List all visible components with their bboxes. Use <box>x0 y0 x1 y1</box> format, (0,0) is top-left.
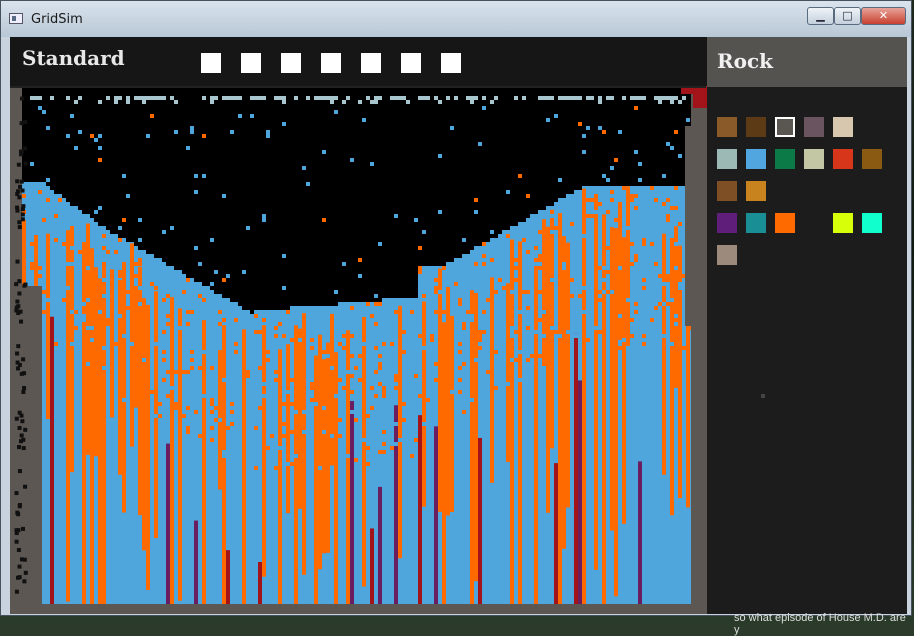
app-window: GridSim ▁ □ ✕ Standard Rock <box>0 0 912 616</box>
material-swatch-17[interactable] <box>804 213 824 233</box>
material-swatch-6[interactable] <box>717 149 737 169</box>
material-swatch-15[interactable] <box>746 213 766 233</box>
maximize-button[interactable]: □ <box>834 7 861 25</box>
material-swatch-11[interactable] <box>862 149 882 169</box>
material-swatch-20[interactable] <box>717 245 737 265</box>
bottom-rock-floor <box>10 604 707 614</box>
tool-slot-7[interactable] <box>441 53 461 73</box>
material-swatch-12[interactable] <box>717 181 737 201</box>
material-swatch-19[interactable] <box>862 213 882 233</box>
material-swatch-1[interactable] <box>717 117 737 137</box>
top-toolbar: Standard <box>10 37 707 86</box>
material-swatch-5[interactable] <box>833 117 853 137</box>
mode-title: Standard <box>22 46 125 70</box>
material-swatch-13[interactable] <box>746 181 766 201</box>
stray-pixel <box>761 394 765 398</box>
app-window-icon <box>9 13 23 24</box>
simulation-canvas <box>10 86 707 614</box>
material-swatch-2[interactable] <box>746 117 766 137</box>
minimize-button[interactable]: ▁ <box>807 7 834 25</box>
title-bar[interactable]: GridSim ▁ □ ✕ <box>1 1 911 37</box>
material-swatch-16[interactable] <box>775 213 795 233</box>
window-title: GridSim <box>31 12 83 27</box>
material-swatch-4[interactable] <box>804 117 824 137</box>
selected-material-name: Rock <box>717 49 773 73</box>
background-window-text: so what episode of House M.D. are y <box>734 612 906 636</box>
material-swatch-10[interactable] <box>833 149 853 169</box>
client-area: Standard Rock <box>10 37 907 614</box>
material-swatch-7[interactable] <box>746 149 766 169</box>
material-swatch-8[interactable] <box>775 149 795 169</box>
material-swatch-9[interactable] <box>804 149 824 169</box>
material-swatch-14[interactable] <box>717 213 737 233</box>
material-panel: Rock <box>707 37 907 614</box>
material-swatch-18[interactable] <box>833 213 853 233</box>
close-button[interactable]: ✕ <box>861 7 906 25</box>
simulation-grid[interactable] <box>10 86 707 614</box>
tool-slot-4[interactable] <box>321 53 341 73</box>
tool-slot-5[interactable] <box>361 53 381 73</box>
tool-slot-3[interactable] <box>281 53 301 73</box>
material-header: Rock <box>707 37 907 87</box>
tool-slot-2[interactable] <box>241 53 261 73</box>
tool-slot-1[interactable] <box>201 53 221 73</box>
tool-slot-6[interactable] <box>401 53 421 73</box>
right-rock-wall <box>691 86 707 614</box>
material-swatch-3[interactable] <box>775 117 795 137</box>
